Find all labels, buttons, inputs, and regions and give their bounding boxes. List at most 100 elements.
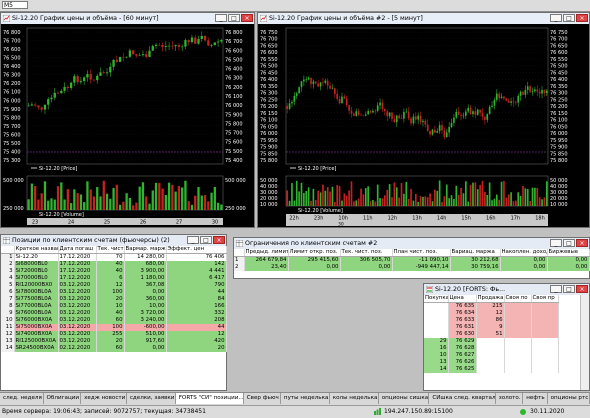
minimize-button[interactable]: _ xyxy=(550,14,562,22)
minimize-button[interactable]: _ xyxy=(550,239,562,247)
table-row[interactable]: 1 264 679,84 295 415,60 306 505,70 -11 090,1… xyxy=(234,256,590,264)
workspace-tab[interactable]: нефть xyxy=(523,393,548,404)
positions-title-bar[interactable]: Позиции по клиентским счетам (фьючерсы) … xyxy=(1,235,226,246)
workspace-tab[interactable]: хедж новости xyxy=(81,393,127,404)
maximize-button[interactable]: □ xyxy=(563,239,575,247)
table-row[interactable]: 10 Si76000BX0A 03.12.2020 60 3 240,00 208 xyxy=(1,317,227,324)
workspace-tab[interactable]: опционы сишка xyxy=(379,393,430,404)
interval-select[interactable]: M5 xyxy=(2,1,28,9)
column-header[interactable]: Тек. чист. поз. xyxy=(340,249,393,257)
candle xyxy=(445,132,448,138)
volume-pane[interactable] xyxy=(26,175,224,211)
column-header[interactable]: Предыд. лимит xyxy=(244,249,289,257)
orderbook-title-bar[interactable]: Si-12.20 [FORTS: Фь... _ □ × xyxy=(424,284,589,295)
column-header[interactable]: Биржевые xyxy=(547,249,590,257)
maximize-button[interactable]: □ xyxy=(200,236,212,244)
orderbook-row[interactable]: 10 76 627 xyxy=(424,352,559,359)
workspace-tab[interactable]: след. неделя xyxy=(0,393,44,404)
table-row[interactable]: 11 Si75000BX0A 03.12.2020 100 -600,00 44 xyxy=(1,324,227,331)
close-button[interactable]: × xyxy=(576,285,588,293)
workspace-tab[interactable]: золото. xyxy=(496,393,524,404)
table-cell xyxy=(531,310,559,317)
price-pane[interactable] xyxy=(285,27,549,165)
minimize-button[interactable]: _ xyxy=(187,236,199,244)
candle xyxy=(197,39,200,44)
orderbook-row[interactable]: 76 634 12 xyxy=(424,310,559,317)
chart-area[interactable]: 76 800 76 700 76 600 76 500 76 400 76 300 76 2… xyxy=(1,24,254,227)
table-cell: 264 679,84 xyxy=(244,256,289,264)
table-row[interactable]: 1 Si-12.20 17.12.2020 70 14 280,00 76 406 xyxy=(1,253,227,261)
workspace-tab[interactable]: сделки, заявки xyxy=(127,393,176,404)
column-header[interactable]: Накоплен. доход xyxy=(500,249,548,257)
column-header[interactable]: Вариац. маржа xyxy=(450,249,501,257)
close-button[interactable]: × xyxy=(576,14,588,22)
limits-title-bar[interactable]: Ограничения по клиентским счетам #2 _ □ × xyxy=(234,238,589,249)
orderbook-row[interactable]: 76 633 86 xyxy=(424,317,559,324)
workspace-tab[interactable]: Облигации xyxy=(44,393,82,404)
column-header[interactable]: Лимит откр. поз. xyxy=(288,249,341,257)
workspace-tab[interactable]: колы неделька xyxy=(330,393,379,404)
maximize-button[interactable]: □ xyxy=(228,14,240,22)
volume-bar xyxy=(448,198,450,206)
chart-window-title-bar[interactable]: Si-12.20 График цены и объёма - [60 мину… xyxy=(1,13,254,24)
column-header[interactable]: Покупка xyxy=(424,295,449,303)
workspace-tab[interactable]: путы неделька xyxy=(281,393,330,404)
table-row[interactable]: 9 Si76000BL0A 03.12.2020 40 3 720,00 332 xyxy=(1,310,227,317)
table-row[interactable]: 7 Si77500BL0A 03.12.2020 20 360,00 84 xyxy=(1,296,227,303)
candle xyxy=(92,79,96,81)
column-header[interactable]: Цена xyxy=(448,295,477,303)
column-header[interactable]: Дата погаш xyxy=(58,246,97,254)
price-pane[interactable] xyxy=(26,27,224,165)
table-row[interactable]: 2 23,40 0,00 0,00 -949 447,14 30 759,16 0,00 0,… xyxy=(234,264,590,271)
orderbook-row[interactable]: 29 76 629 xyxy=(424,338,559,345)
table-row[interactable]: 4 Si70000BL0 17.12.2020 6 1 180,00 6 417 xyxy=(1,275,227,282)
column-header[interactable] xyxy=(1,246,15,254)
table-row[interactable]: 2 Si68000BL0 17.12.2020 40 680,00 142 xyxy=(1,261,227,268)
vertical-scrollbar[interactable] xyxy=(580,295,589,390)
table-row[interactable]: 13 RI125000BX0A 03.12.2020 20 917,60 420 xyxy=(1,338,227,345)
workspace-tab[interactable]: FORTS "СИ" позиции... xyxy=(175,393,244,404)
minimize-button[interactable]: _ xyxy=(215,14,227,22)
chart-window-title-bar[interactable]: Si-12.20 График цены и объёма #2 - [5 ми… xyxy=(258,13,589,24)
close-button[interactable]: × xyxy=(576,239,588,247)
close-button[interactable]: × xyxy=(213,236,225,244)
table-row[interactable]: 14 SR24500BX0A 02.12.2020 60 0,00 20 xyxy=(1,345,227,352)
close-button[interactable]: × xyxy=(241,14,253,22)
workspace-tab[interactable]: Свер фьюч xyxy=(244,393,281,404)
column-header[interactable]: Эффект. цен xyxy=(166,246,227,254)
orderbook-row[interactable]: 16 76 628 xyxy=(424,345,559,352)
table-row[interactable]: 3 Si72000BL0 17.12.2020 40 3 900,00 4 441 xyxy=(1,268,227,275)
orderbook-row[interactable]: 76 631 9 xyxy=(424,324,559,331)
column-header[interactable]: Продажа xyxy=(476,295,505,303)
table-row[interactable]: 6 Si78000BL0A 03.12.2020 100 0,00 44 xyxy=(1,289,227,296)
maximize-button[interactable]: □ xyxy=(563,14,575,22)
table-row[interactable]: 5 RI120000BX0 03.12.2020 12 367,08 790 xyxy=(1,282,227,289)
column-header[interactable]: Краткое название xyxy=(14,246,59,254)
table-cell: 76 406 xyxy=(166,253,227,261)
maximize-button[interactable]: □ xyxy=(563,285,575,293)
workspace-tab[interactable]: опционы ртс xyxy=(548,393,590,404)
chart-canvas[interactable]: 76 75076 70076 65076 60076 55076 50076 4… xyxy=(258,24,589,227)
candle xyxy=(293,95,296,102)
minimize-button[interactable]: _ xyxy=(550,285,562,293)
table-row[interactable]: 8 Si77000BL0A 03.12.2020 10 10,00 166 xyxy=(1,303,227,310)
table-row[interactable]: 12 Si74000BX0A 03.12.2020 255 510,00 12 xyxy=(1,331,227,338)
orderbook-row[interactable]: 14 76 625 xyxy=(424,366,559,373)
column-header[interactable]: План чист. поз. xyxy=(392,249,451,257)
chart-area[interactable]: 76 750 76 700 76 650 76 600 76 550 76 500 76 4… xyxy=(258,24,589,227)
table-cell: 10 xyxy=(1,317,15,324)
column-header[interactable]: Тек. чист. xyxy=(96,246,125,254)
chart-canvas[interactable]: 76 800 76 700 76 600 76 500 76 400 76 300 76 2… xyxy=(1,24,254,227)
column-header[interactable]: Своя по xyxy=(504,295,532,303)
column-header[interactable]: Своя пр xyxy=(531,295,559,303)
workspace-tab[interactable]: СИшка след. квартал xyxy=(429,393,496,404)
orderbook-row[interactable]: 13 76 626 xyxy=(424,359,559,366)
column-header[interactable] xyxy=(234,249,245,257)
time-axis[interactable] xyxy=(27,218,223,225)
orderbook-row[interactable]: 76 630 51 xyxy=(424,331,559,338)
orderbook-row[interactable]: 76 635 215 xyxy=(424,302,559,310)
column-header[interactable]: Вармар. марж. xyxy=(124,246,167,254)
candle xyxy=(112,59,115,67)
table-cell: 420 xyxy=(166,338,227,345)
volume-bar xyxy=(50,198,53,210)
